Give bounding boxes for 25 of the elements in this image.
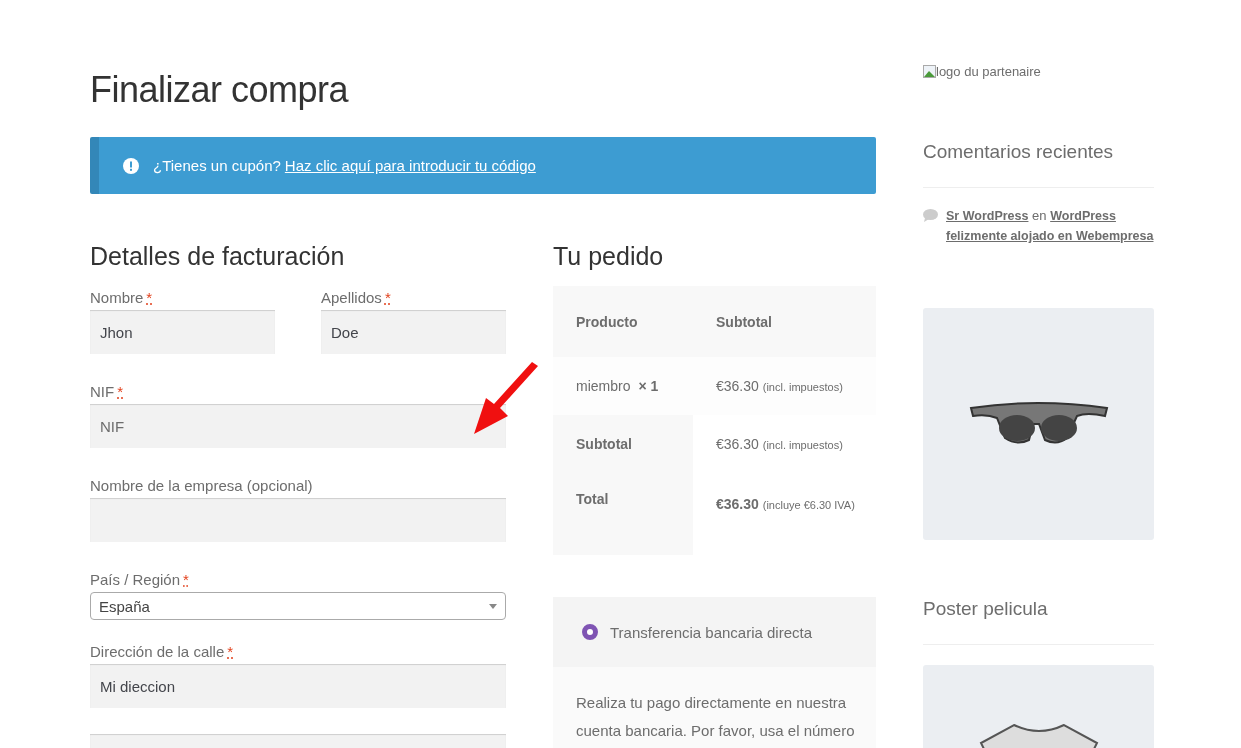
billing-heading: Detalles de facturación <box>90 241 346 272</box>
field-label: País / Región * <box>90 570 190 590</box>
column-header: Producto <box>553 286 693 357</box>
widget-heading: Comentarios recientes <box>923 139 1154 188</box>
column-header: Subtotal <box>693 286 876 357</box>
payment-method[interactable]: Transferencia bancaria directa <box>553 597 876 667</box>
widget-heading: Poster pelicula <box>923 596 1154 645</box>
comment-text: Sr WordPress en WordPress felizmente alojado en Webempresa <box>946 207 1154 245</box>
field-label: Apellidos * <box>321 288 392 308</box>
total-label: Total <box>553 473 693 555</box>
coupon-text: ¿Tienes un cupón? Haz clic aquí para introducir tu código <box>153 157 536 174</box>
order-heading: Tu pedido <box>553 241 665 272</box>
field-label: NIF * <box>90 382 124 402</box>
input-field[interactable]: Jhon <box>90 310 275 354</box>
input-field[interactable]: Doe <box>321 310 506 354</box>
input-field[interactable]: NIF <box>90 404 506 448</box>
broken-image-text: logo du partenaire <box>923 64 1154 79</box>
input-field[interactable]: Mi dieccion <box>90 664 506 708</box>
field-label: Nombre de la empresa (opcional) <box>90 476 314 496</box>
field-label: Dirección de la calle * <box>90 642 235 662</box>
page-title: Finalizar compra <box>90 68 350 112</box>
field-label: Nombre * <box>90 288 154 308</box>
total-label: Subtotal <box>553 415 693 473</box>
country-select[interactable]: España <box>90 592 506 620</box>
payment-description: Realiza tu pago directamente en nuestra cuenta bancaria. Por favor, usa el número <box>553 667 876 748</box>
